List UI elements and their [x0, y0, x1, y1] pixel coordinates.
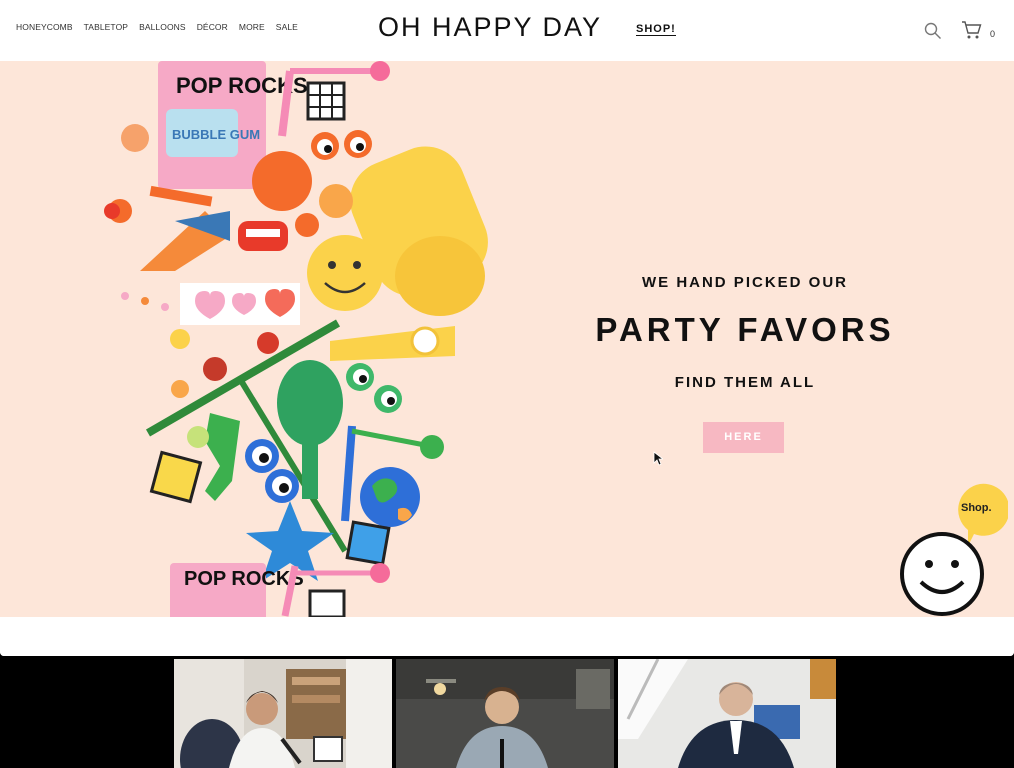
nav-item-tabletop[interactable]: TABLETOP	[84, 22, 128, 32]
speech-bubble	[958, 483, 1008, 546]
hero-tagline: FIND THEM ALL	[674, 374, 816, 391]
cart-count: 0	[990, 29, 996, 39]
shop-link[interactable]: SHOP!	[636, 23, 676, 36]
party-favors-image: POP ROCKS BUBBLE GUM POP ROCKS	[104, 61, 488, 617]
hero-banner[interactable]: POP ROCKS BUBBLE GUM POP ROCKS WE HAND P…	[0, 61, 1014, 617]
hero-title: PARTY FAVORS	[595, 311, 895, 348]
cursor-icon	[653, 451, 663, 466]
candy-brand-text-bottom: POP ROCKS	[184, 568, 304, 590]
site-logo[interactable]: OH HAPPY DAY	[378, 12, 602, 43]
candy-flavor-text: BUBBLE GUM	[172, 127, 260, 142]
nav-item-more[interactable]: MORE	[239, 22, 265, 32]
shop-mascot[interactable]	[896, 480, 1008, 620]
site-header: HONEYCOMB TABLETOP BALLOONS DÉCOR MORE S…	[0, 0, 1014, 60]
nav-item-sale[interactable]: SALE	[276, 22, 298, 32]
hero-subtitle: WE HAND PICKED OUR	[641, 274, 848, 291]
video-tile-2	[396, 659, 614, 768]
page-bottom-strip	[0, 617, 1014, 656]
main-nav: HONEYCOMB TABLETOP BALLOONS DÉCOR MORE S…	[16, 22, 298, 32]
cart-icon[interactable]	[961, 20, 983, 40]
video-tile-1	[174, 659, 392, 768]
nav-item-decor[interactable]: DÉCOR	[197, 22, 228, 32]
here-button[interactable]: HERE	[703, 422, 784, 453]
smiley-icon	[900, 532, 984, 616]
nav-item-honeycomb[interactable]: HONEYCOMB	[16, 22, 73, 32]
video-tile-3	[618, 659, 836, 768]
nav-item-balloons[interactable]: BALLOONS	[139, 22, 186, 32]
website-viewport: HONEYCOMB TABLETOP BALLOONS DÉCOR MORE S…	[0, 0, 1014, 656]
shop-bubble-label[interactable]: Shop.	[961, 502, 992, 514]
search-icon[interactable]	[924, 22, 942, 40]
